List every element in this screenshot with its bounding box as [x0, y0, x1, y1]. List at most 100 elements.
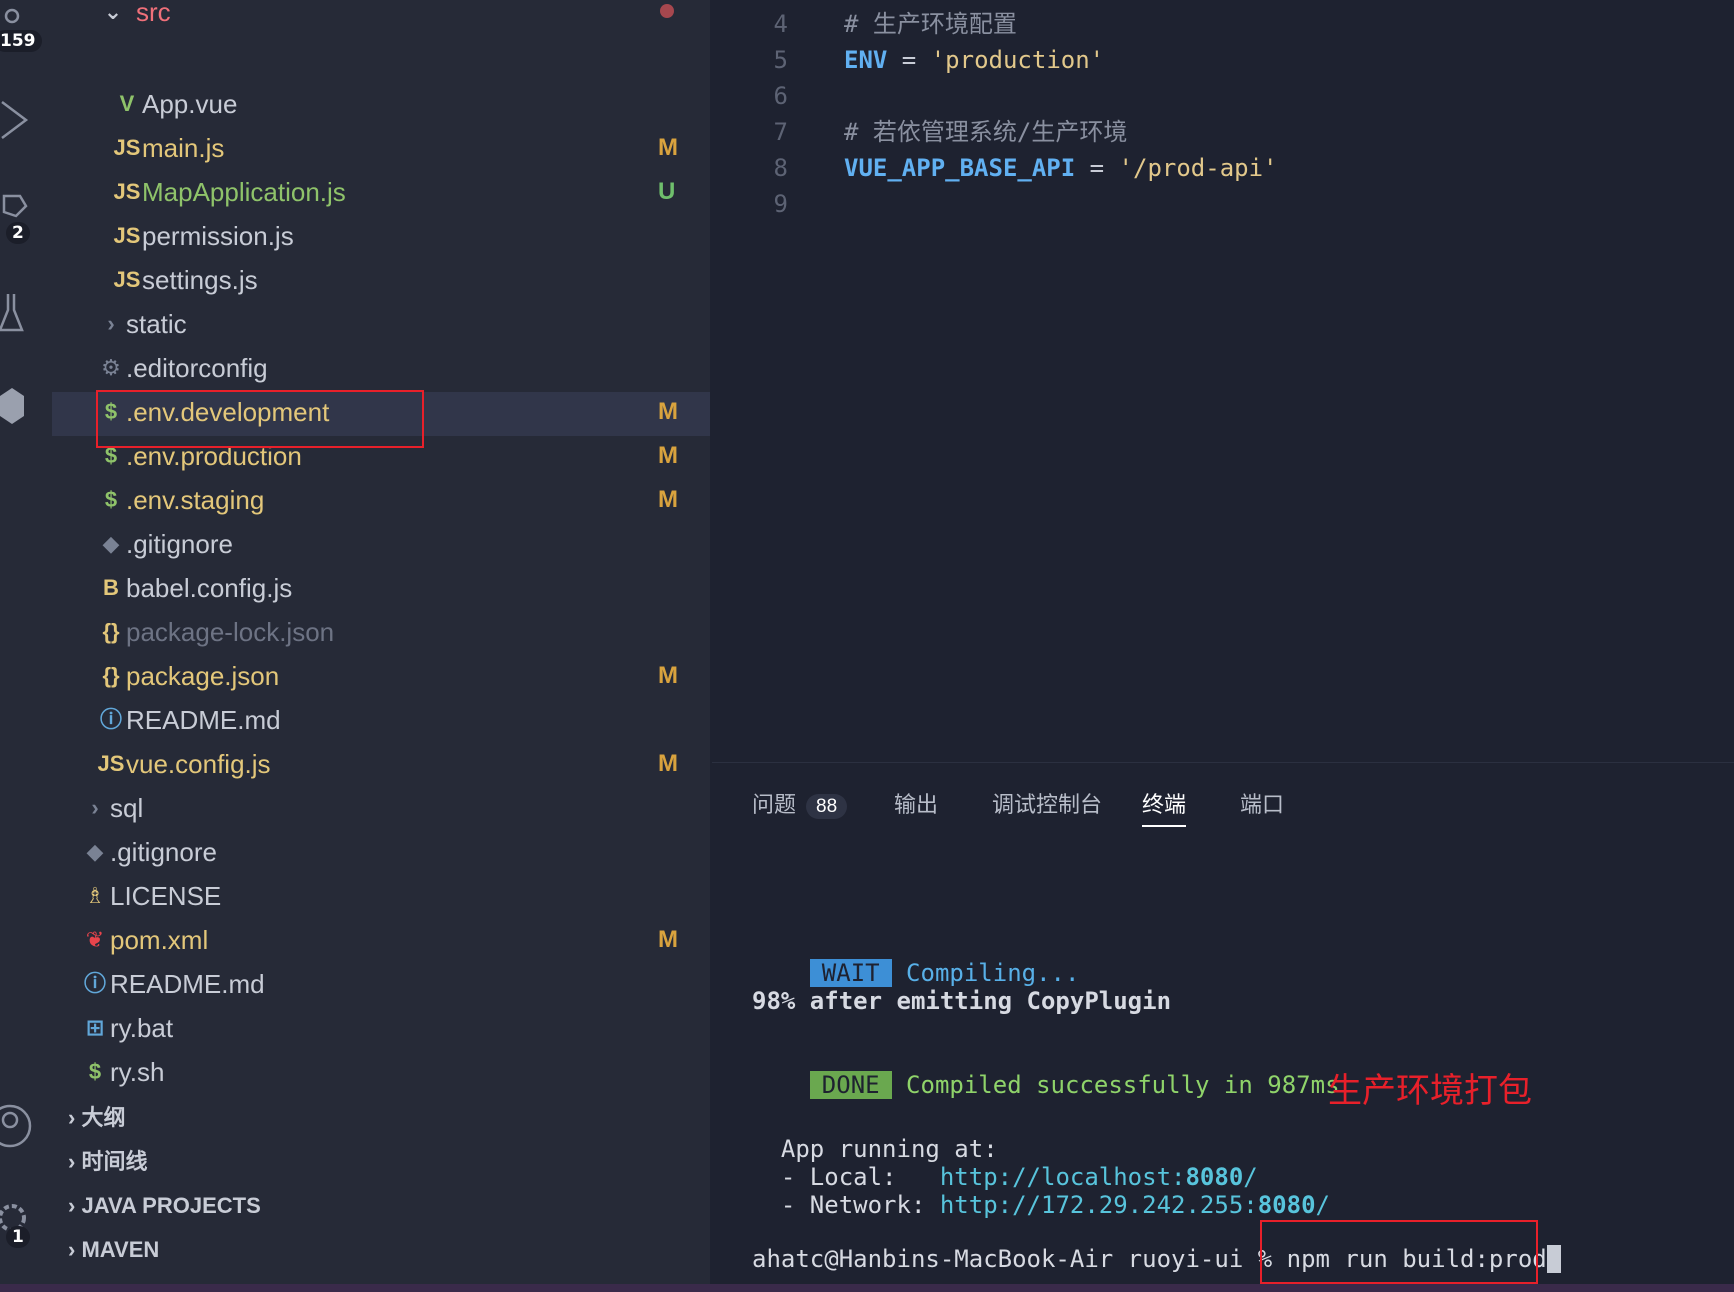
- chevron-down-icon: ⌄: [103, 0, 123, 24]
- file-row[interactable]: › sql: [0, 786, 710, 830]
- source-control-badge: 159: [0, 30, 42, 52]
- file-name: ry.sh: [110, 1057, 165, 1087]
- code-editor[interactable]: 4 # 生产环境配置 5 ENV = 'production' 6 7 # 若依管理系统/生…: [712, 0, 1734, 760]
- file-row[interactable]: Bbabel.config.js: [0, 566, 710, 610]
- file-name: babel.config.js: [126, 573, 293, 603]
- local-url[interactable]: http://localhost:8080/: [940, 1163, 1258, 1191]
- file-row[interactable]: › static: [0, 302, 710, 346]
- file-row[interactable]: V App.vue: [0, 82, 710, 126]
- highlight-box-command: [1260, 1220, 1538, 1284]
- code-line: 5 ENV = 'production': [712, 42, 1712, 78]
- panel-tab[interactable]: 终端: [1142, 785, 1187, 827]
- panel-tab[interactable]: 问题 88: [752, 785, 848, 825]
- file-row[interactable]: ⊞ ry.bat: [0, 1006, 710, 1050]
- file-name: README.md: [110, 969, 265, 999]
- terminal-cursor: [1546, 1245, 1562, 1273]
- line-code: # 若依管理系统/生产环境: [844, 118, 1128, 146]
- section-header[interactable]: › MAVEN: [68, 1228, 159, 1272]
- done-tag: DONE: [809, 1071, 892, 1099]
- file-row[interactable]: $ .env.staging M: [0, 478, 710, 522]
- local-url-port: 8080: [1185, 1163, 1244, 1191]
- terminal-running-at: App running at:: [752, 1135, 998, 1163]
- file-name: ry.bat: [110, 1013, 174, 1043]
- file-name: package-lock.json: [126, 617, 335, 647]
- wait-tag: WAIT: [809, 959, 892, 987]
- git-status-badge: M: [658, 486, 678, 513]
- json-icon: {}: [102, 663, 120, 688]
- network-url[interactable]: http://172.29.242.255:8080/: [940, 1191, 1330, 1219]
- js-icon: JS: [113, 135, 141, 160]
- file-row[interactable]: {} package.json M: [0, 654, 710, 698]
- env-value: 'production': [930, 46, 1105, 74]
- file-name: .gitignore: [126, 529, 233, 559]
- section-label: 时间线: [81, 1149, 148, 1174]
- js-icon: JS: [113, 267, 141, 292]
- tab-label: 调试控制台: [992, 792, 1103, 817]
- local-url-slash: /: [1243, 1163, 1258, 1191]
- env-key: VUE_APP_BASE_API: [844, 154, 1076, 182]
- file-row[interactable]: JS MapApplication.js U: [0, 170, 710, 214]
- git-status-badge: M: [658, 750, 678, 777]
- git-status-badge: M: [658, 442, 678, 469]
- status-bar: [0, 1284, 1734, 1292]
- git-status-badge: M: [658, 134, 678, 161]
- file-row[interactable]: JS main.js M: [0, 126, 710, 170]
- local-label: - Local:: [752, 1163, 940, 1191]
- file-row[interactable]: ◆ .gitignore: [0, 522, 710, 566]
- line-number: 4: [773, 10, 788, 38]
- line-number: 7: [773, 118, 788, 146]
- file-row[interactable]: ❦ pom.xml M: [0, 918, 710, 962]
- panel-tab[interactable]: 端口: [1240, 785, 1284, 825]
- terminal-progress-line: 98% after emitting CopyPlugin: [752, 987, 1172, 1015]
- section-label: 大纲: [81, 1105, 126, 1130]
- section-header[interactable]: › 大纲: [68, 1096, 125, 1140]
- git-status-badge: M: [658, 662, 678, 689]
- file-name: .env.staging: [126, 485, 265, 515]
- operator: =: [887, 46, 931, 74]
- terminal-local-line: - Local: http://localhost:8080/: [752, 1163, 1258, 1191]
- file-name: .gitignore: [110, 837, 217, 867]
- file-row[interactable]: ◆ .gitignore: [0, 830, 710, 874]
- folder-src[interactable]: ⌄ src: [52, 0, 710, 34]
- section-header[interactable]: › 时间线: [68, 1140, 147, 1184]
- tab-label: 端口: [1240, 792, 1285, 817]
- code-line: 8 VUE_APP_BASE_API = '/prod-api': [712, 150, 1712, 186]
- panel-tab[interactable]: 调试控制台: [992, 785, 1102, 825]
- maven-icon: ❦: [85, 927, 105, 952]
- account-icon[interactable]: [0, 1100, 40, 1148]
- line-code: ENV = 'production': [844, 42, 1104, 78]
- chevron-right-icon: ›: [68, 1105, 82, 1130]
- manage-badge: 1: [6, 1226, 30, 1248]
- line-number: 9: [773, 190, 788, 218]
- terminal-network-line: - Network: http://172.29.242.255:8080/: [752, 1191, 1330, 1219]
- chevron-right-icon: ›: [68, 1193, 82, 1218]
- panel-tab[interactable]: 输出: [894, 785, 938, 825]
- network-url-port: 8080: [1257, 1191, 1316, 1219]
- file-row[interactable]: JS settings.js: [0, 258, 710, 302]
- file-row[interactable]: JS permission.js: [0, 214, 710, 258]
- line-code: # 生产环境配置: [844, 10, 1017, 38]
- file-row[interactable]: ⓘ README.md: [0, 698, 710, 742]
- terminal-prompt: ahatc@Hanbins-MacBook-Air ruoyi-ui %: [752, 1245, 1287, 1273]
- git-status-badge: M: [658, 926, 678, 953]
- file-row[interactable]: ⓘ README.md: [0, 962, 710, 1006]
- problems-count-badge: 88: [806, 794, 848, 819]
- line-number: 6: [773, 82, 788, 110]
- file-name: sql: [110, 793, 144, 823]
- file-row[interactable]: {} package-lock.json: [0, 610, 710, 654]
- file-name: .editorconfig: [126, 353, 268, 383]
- error-dot-icon: [660, 4, 674, 18]
- file-row[interactable]: JS vue.config.js M: [0, 742, 710, 786]
- file-row[interactable]: ⚙ .editorconfig: [0, 346, 710, 390]
- file-name: vue.config.js: [126, 749, 271, 779]
- section-header[interactable]: › JAVA PROJECTS: [68, 1184, 261, 1228]
- chevron-right-icon: ›: [68, 1149, 82, 1174]
- file-row[interactable]: ♗ LICENSE: [0, 874, 710, 918]
- tab-label: 问题: [752, 792, 797, 817]
- folder-label: src: [136, 0, 171, 27]
- file-row[interactable]: $ ry.sh: [0, 1050, 710, 1094]
- section-label: MAVEN: [81, 1237, 160, 1262]
- env-value: '/prod-api': [1118, 154, 1278, 182]
- network-label: - Network:: [752, 1191, 940, 1219]
- gear-icon: ⚙: [101, 355, 121, 380]
